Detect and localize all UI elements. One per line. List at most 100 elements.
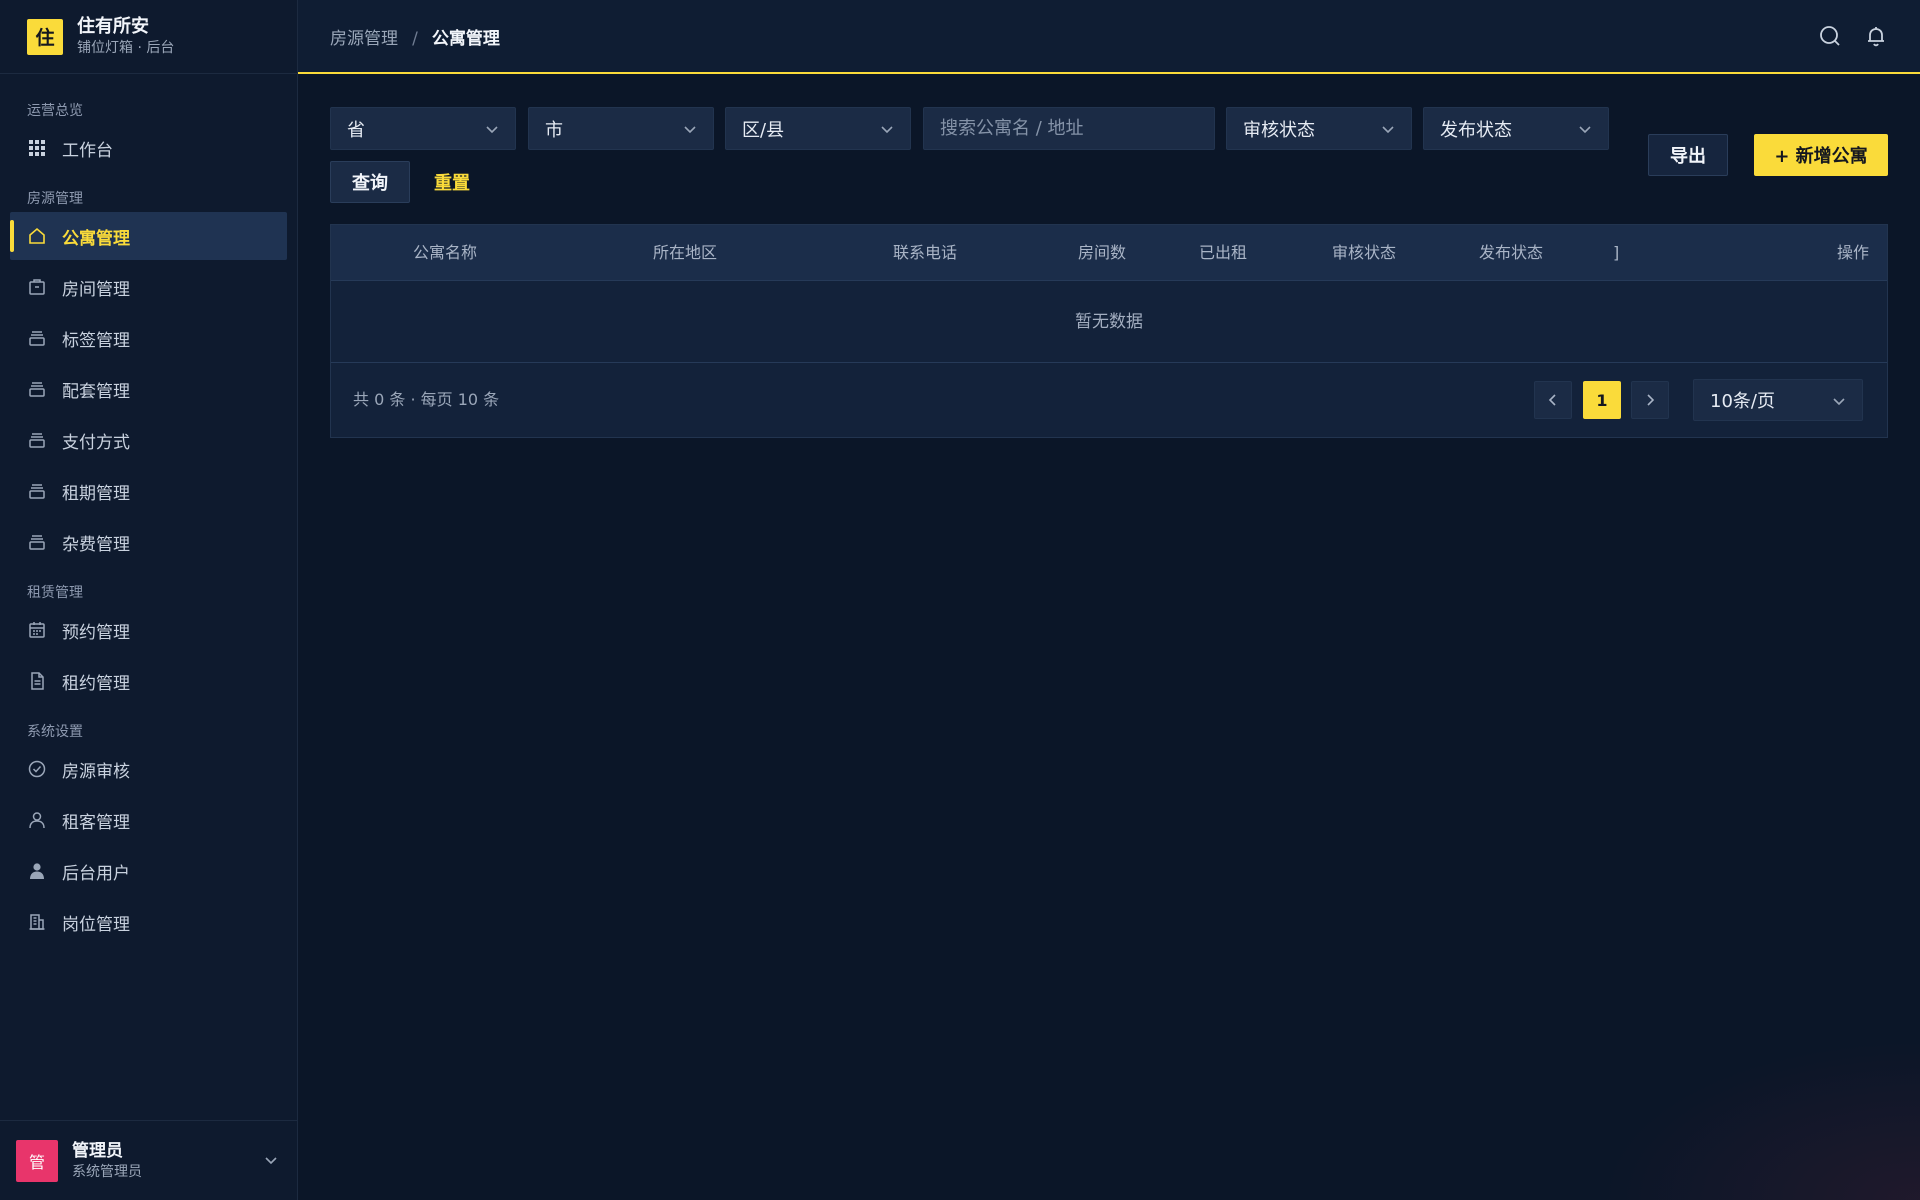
chevron-down-icon[interactable] <box>262 1151 280 1169</box>
nav-group-system: 系统设置 <box>27 724 83 740</box>
brand[interactable]: 住 住有所安 铺位灯箱 · 后台 <box>0 0 297 74</box>
nav-group-overview: 运营总览 <box>27 103 83 119</box>
nav-group-leasing: 租赁管理 <box>27 585 83 601</box>
stack-icon <box>27 532 47 552</box>
district-select[interactable]: 区/县 <box>725 107 911 150</box>
sidebar-item-payment[interactable]: 支付方式 <box>10 416 287 464</box>
sidebar-item-label: 工作台 <box>62 140 113 161</box>
user-role: 系统管理员 <box>72 1163 142 1180</box>
add-apartment-button[interactable]: + 新增公寓 <box>1754 134 1888 176</box>
brand-name: 住有所安 <box>77 15 149 37</box>
user-outline-icon <box>27 810 47 830</box>
sidebar-item-lease-terms[interactable]: 租期管理 <box>10 467 287 515</box>
prev-page-button[interactable] <box>1534 381 1572 419</box>
building-icon <box>27 912 47 932</box>
breadcrumb: 房源管理 / 公寓管理 <box>330 24 500 49</box>
column-header-truncated: ] <box>1613 243 1620 262</box>
publish-status-select[interactable]: 发布状态 <box>1423 107 1609 150</box>
review-status-select[interactable]: 审核状态 <box>1226 107 1412 150</box>
province-select[interactable]: 省 <box>330 107 516 150</box>
province-select-value: 省 <box>347 119 365 141</box>
brand-logo: 住 <box>27 18 63 55</box>
grid-icon <box>27 138 47 158</box>
column-header-rooms: 房间数 <box>1078 243 1127 262</box>
calendar-icon <box>27 620 47 640</box>
sidebar-item-label: 房间管理 <box>62 279 130 300</box>
sidebar-item-label: 公寓管理 <box>62 228 130 249</box>
sidebar-item-label: 岗位管理 <box>62 914 130 935</box>
sidebar-item-rooms[interactable]: 房间管理 <box>10 263 287 311</box>
sidebar-item-review[interactable]: 房源审核 <box>10 745 287 793</box>
publish-status-value: 发布状态 <box>1440 119 1512 141</box>
brand-text: 住有所安 铺位灯箱 · 后台 <box>77 16 174 58</box>
stack-icon <box>27 379 47 399</box>
review-status-value: 审核状态 <box>1243 119 1315 141</box>
chevron-down-icon <box>881 126 893 134</box>
sidebar-item-tenants[interactable]: 租客管理 <box>10 796 287 844</box>
column-header-phone: 联系电话 <box>893 243 958 262</box>
user-menu[interactable]: 管 管理员 系统管理员 <box>0 1120 298 1200</box>
search-icon[interactable] <box>1818 24 1842 48</box>
next-page-button[interactable] <box>1631 381 1669 419</box>
query-button[interactable]: 查询 <box>330 161 410 203</box>
column-header-publish-status: 发布状态 <box>1479 243 1544 262</box>
sidebar-item-label: 支付方式 <box>62 432 130 453</box>
sidebar-item-label: 杂费管理 <box>62 534 130 555</box>
search-input[interactable] <box>940 118 1214 139</box>
chevron-down-icon <box>1833 398 1845 406</box>
reset-button[interactable]: 重置 <box>412 161 492 203</box>
app-root: 住 住有所安 铺位灯箱 · 后台 运营总览 工作台 房源管理 公寓管理 房间管理… <box>0 0 1920 1200</box>
sidebar-item-apartments[interactable]: 公寓管理 <box>10 212 287 260</box>
user-info: 管理员 系统管理员 <box>72 1140 142 1182</box>
page-number-current[interactable]: 1 <box>1583 381 1621 419</box>
column-header-name: 公寓名称 <box>413 243 478 262</box>
sidebar-item-label: 标签管理 <box>62 330 130 351</box>
brand-subtitle: 铺位灯箱 · 后台 <box>77 39 175 56</box>
search-field <box>923 107 1215 150</box>
sidebar-item-positions[interactable]: 岗位管理 <box>10 898 287 946</box>
bell-icon[interactable] <box>1864 24 1888 48</box>
page-size-value: 10条/页 <box>1710 391 1775 412</box>
sidebar-item-appointments[interactable]: 预约管理 <box>10 606 287 654</box>
sidebar-item-admin-users[interactable]: 后台用户 <box>10 847 287 895</box>
export-button[interactable]: 导出 <box>1648 134 1728 176</box>
chevron-down-icon <box>1579 126 1591 134</box>
sidebar-item-tags[interactable]: 标签管理 <box>10 314 287 362</box>
column-header-region: 所在地区 <box>653 243 718 262</box>
city-select[interactable]: 市 <box>528 107 714 150</box>
sidebar-item-label: 配套管理 <box>62 381 130 402</box>
sidebar-item-label: 租客管理 <box>62 812 130 833</box>
stack-icon <box>27 328 47 348</box>
breadcrumb-parent[interactable]: 房源管理 <box>330 29 398 49</box>
sidebar-item-facilities[interactable]: 配套管理 <box>10 365 287 413</box>
breadcrumb-current: 公寓管理 <box>431 28 500 49</box>
chevron-down-icon <box>1382 126 1394 134</box>
chevron-down-icon <box>486 126 498 134</box>
check-circle-icon <box>27 759 47 779</box>
sidebar-nav: 运营总览 工作台 房源管理 公寓管理 房间管理 标签管理 配套管理 支付方式 租… <box>0 74 297 946</box>
sidebar-item-workbench[interactable]: 工作台 <box>10 124 287 172</box>
page-size-select[interactable]: 10条/页 <box>1693 379 1863 421</box>
user-name: 管理员 <box>72 1140 123 1161</box>
table-empty-state: 暂无数据 <box>331 281 1887 363</box>
avatar: 管 <box>16 1139 58 1182</box>
sidebar-item-misc-fees[interactable]: 杂费管理 <box>10 518 287 566</box>
sidebar: 住 住有所安 铺位灯箱 · 后台 运营总览 工作台 房源管理 公寓管理 房间管理… <box>0 0 298 1200</box>
column-header-rented: 已出租 <box>1199 243 1248 262</box>
sidebar-item-label: 租期管理 <box>62 483 130 504</box>
nav-group-property: 房源管理 <box>27 191 83 207</box>
apartment-table: 公寓名称 所在地区 联系电话 房间数 已出租 审核状态 发布状态 ] 操作 暂无… <box>330 224 1888 438</box>
breadcrumb-separator: / <box>412 28 418 49</box>
district-select-value: 区/县 <box>742 119 785 141</box>
home-icon <box>27 226 47 246</box>
sidebar-item-label: 预约管理 <box>62 622 130 643</box>
chevron-right-icon <box>1647 394 1655 406</box>
sidebar-item-label: 房源审核 <box>62 761 130 782</box>
main-content: 省 市 区/县 审核状态 发布状态 查询 重置 导出 + 新增公寓 公寓名称 <box>298 74 1920 1200</box>
chevron-left-icon <box>1548 394 1556 406</box>
pagination: 共 0 条 · 每页 10 条 1 10条/页 <box>331 363 1887 437</box>
city-select-value: 市 <box>545 119 563 141</box>
stack-icon <box>27 481 47 501</box>
sidebar-item-label: 后台用户 <box>62 863 130 884</box>
sidebar-item-leases[interactable]: 租约管理 <box>10 657 287 705</box>
